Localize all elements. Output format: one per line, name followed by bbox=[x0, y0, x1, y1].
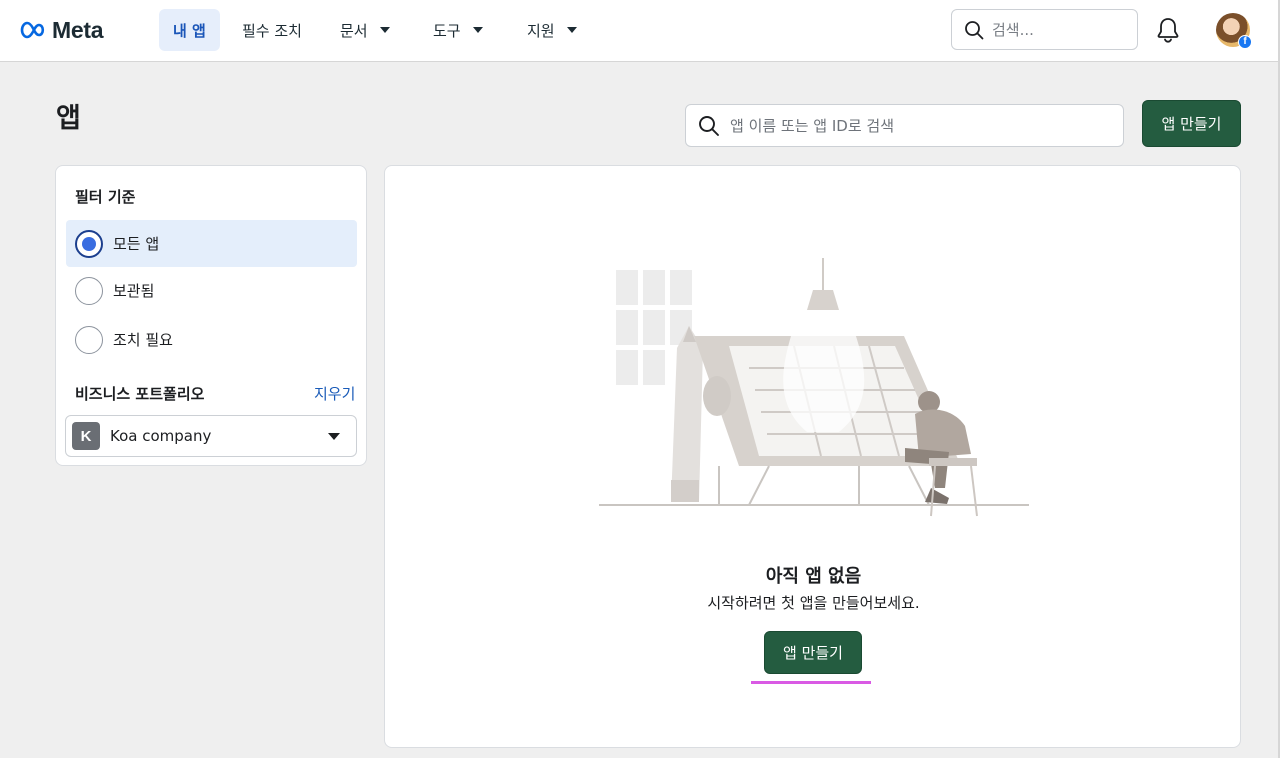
meta-logo[interactable]: Meta bbox=[18, 16, 104, 44]
facebook-icon: f bbox=[1238, 35, 1252, 49]
create-app-button[interactable]: 앱 만들기 bbox=[1142, 100, 1241, 147]
nav-support[interactable]: 지원 bbox=[513, 9, 591, 51]
business-portfolio-label: 비즈니스 포트폴리오 bbox=[75, 385, 205, 403]
radio-unselected-icon[interactable] bbox=[75, 276, 103, 305]
bell-icon[interactable] bbox=[1155, 16, 1181, 44]
chevron-down-icon bbox=[472, 27, 483, 33]
clear-filter-link[interactable]: 지우기 bbox=[314, 383, 355, 404]
business-avatar: K bbox=[72, 422, 100, 450]
filter-option-all-apps[interactable]: 모든 앱 bbox=[66, 220, 357, 267]
filter-panel: 필터 기준 모든 앱 보관됨 조치 필요 비즈니스 포트폴리오 지우기 K Ko… bbox=[55, 165, 367, 466]
chevron-down-icon bbox=[566, 27, 577, 33]
nav-docs-label: 문서 bbox=[340, 21, 368, 40]
filter-option-archived[interactable]: 보관됨 bbox=[66, 267, 357, 314]
app-search-placeholder: 앱 이름 또는 앱 ID로 검색 bbox=[730, 117, 895, 135]
global-search-placeholder: 검색... bbox=[992, 21, 1034, 39]
meta-wordmark: Meta bbox=[52, 16, 104, 43]
radio-selected-icon[interactable] bbox=[75, 229, 103, 258]
app-search-input[interactable]: 앱 이름 또는 앱 ID로 검색 bbox=[685, 104, 1124, 147]
focus-indicator bbox=[751, 681, 871, 684]
apps-content-panel: 아직 앱 없음 시작하려면 첫 앱을 만들어보세요. 앱 만들기 bbox=[384, 165, 1241, 748]
nav-tools-label: 도구 bbox=[433, 21, 461, 40]
radio-unselected-icon[interactable] bbox=[75, 325, 103, 354]
nav-tools[interactable]: 도구 bbox=[419, 9, 497, 51]
filter-heading: 필터 기준 bbox=[75, 188, 136, 206]
nav-my-apps-label: 내 앱 bbox=[173, 21, 206, 40]
meta-infinity-icon bbox=[20, 21, 45, 39]
nav-support-label: 지원 bbox=[527, 21, 555, 40]
filter-option-label: 모든 앱 bbox=[113, 235, 160, 253]
create-first-app-button[interactable]: 앱 만들기 bbox=[764, 631, 862, 674]
nav-required-actions-label: 필수 조치 bbox=[242, 21, 302, 40]
global-search-input[interactable]: 검색... bbox=[951, 9, 1138, 50]
nav-required-actions[interactable]: 필수 조치 bbox=[228, 9, 316, 51]
filter-option-action-required[interactable]: 조치 필요 bbox=[66, 316, 357, 363]
filter-option-label: 조치 필요 bbox=[113, 331, 173, 349]
filter-option-label: 보관됨 bbox=[113, 282, 155, 300]
top-navigation-bar: Meta 내 앱 필수 조치 문서 도구 지원 검색... f bbox=[0, 0, 1278, 62]
page-title: 앱 bbox=[56, 103, 81, 134]
business-portfolio-select[interactable]: K Koa company bbox=[65, 415, 357, 457]
empty-state-illustration bbox=[599, 258, 1029, 517]
empty-state-title: 아직 앱 없음 bbox=[765, 566, 862, 587]
search-icon bbox=[699, 115, 719, 136]
chevron-down-icon bbox=[379, 27, 390, 33]
nav-docs[interactable]: 문서 bbox=[326, 9, 404, 51]
nav-my-apps[interactable]: 내 앱 bbox=[159, 9, 220, 51]
business-name: Koa company bbox=[110, 427, 212, 445]
search-icon bbox=[965, 20, 984, 39]
empty-state-description: 시작하려면 첫 앱을 만들어보세요. bbox=[707, 594, 920, 612]
chevron-down-icon bbox=[328, 433, 340, 440]
